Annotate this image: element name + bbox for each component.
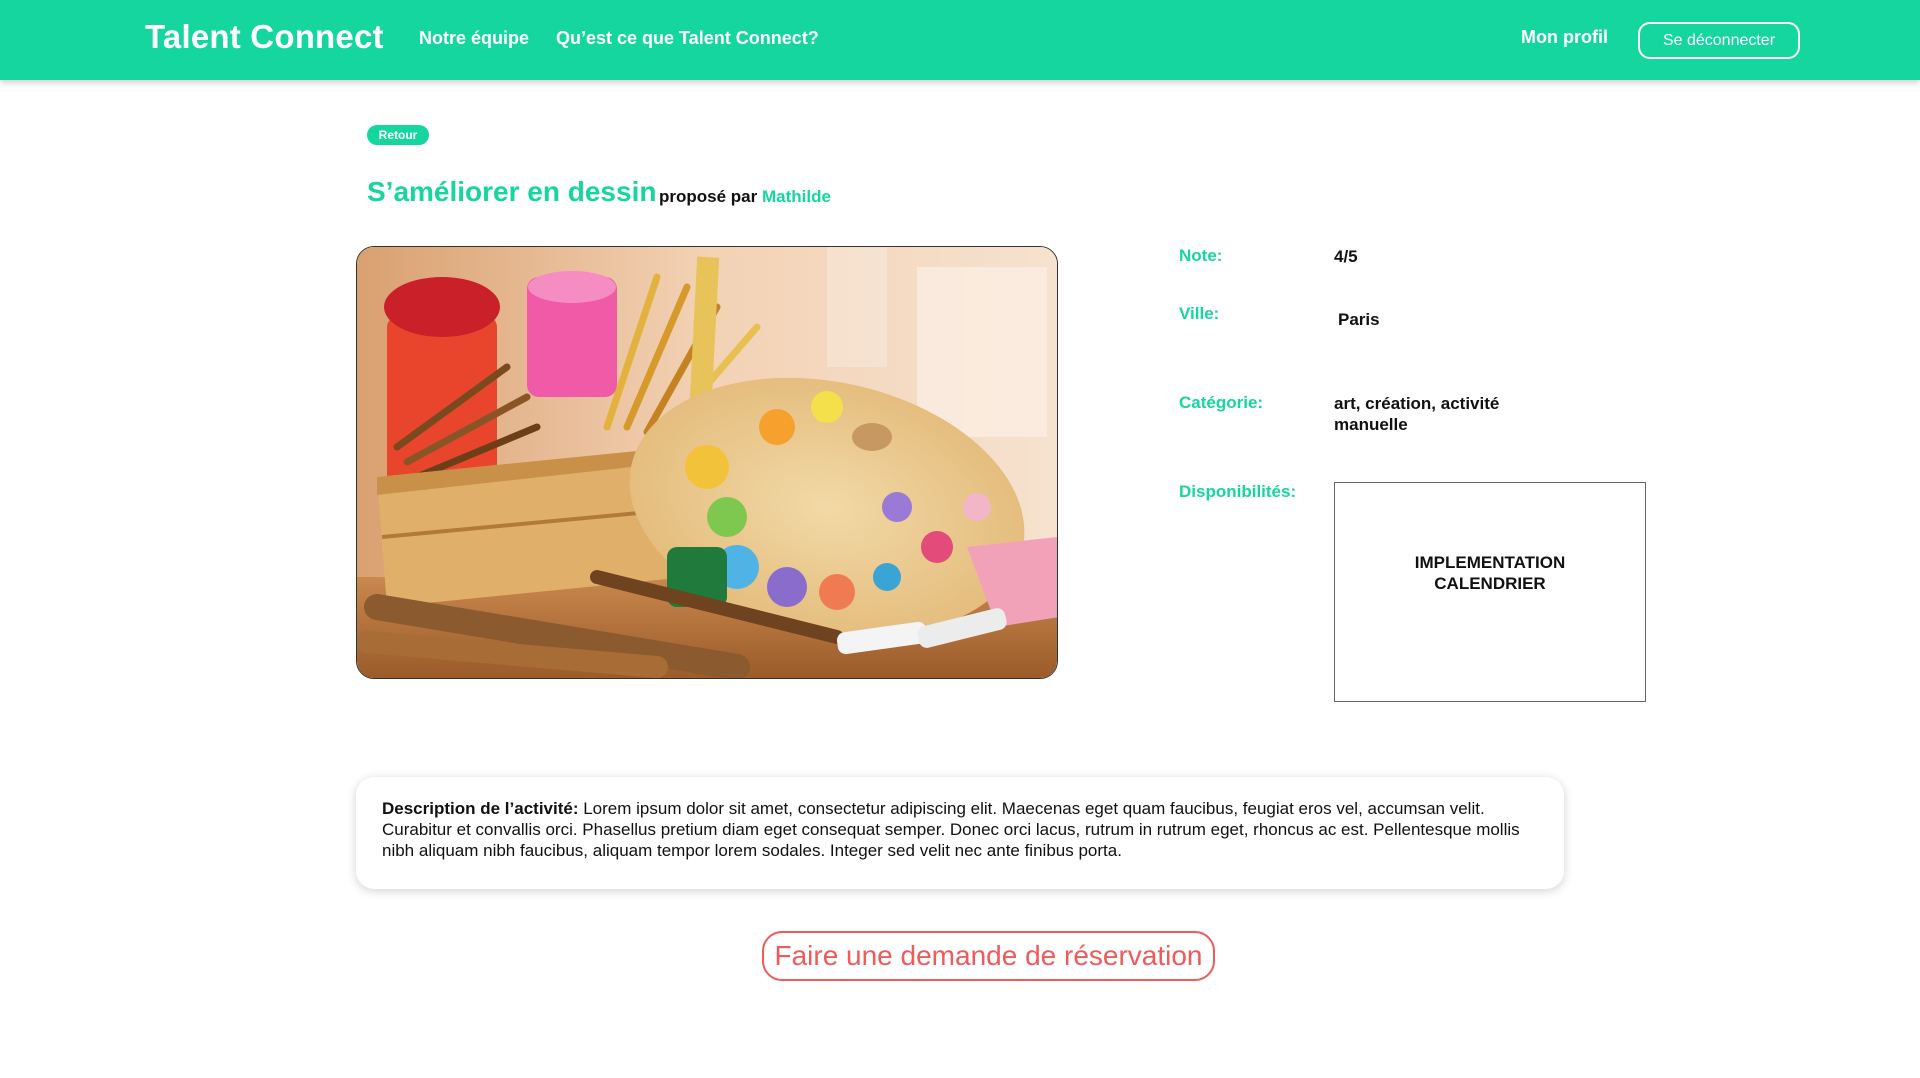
category-value-line-1: art, création, activité <box>1334 394 1500 413</box>
profile-link[interactable]: Mon profil <box>1521 27 1608 48</box>
calendar-placeholder-text: IMPLEMENTATION CALENDRIER <box>1400 552 1580 594</box>
city-value: Paris <box>1338 310 1380 329</box>
proposed-by: proposé par Mathilde <box>659 187 831 207</box>
description-label: Description de l’activité: <box>382 799 579 818</box>
category-value: art, création, activité manuelle <box>1334 393 1499 435</box>
description-card: Description de l’activité: Lorem ipsum d… <box>356 777 1564 889</box>
category-value-line-2: manuelle <box>1334 415 1408 434</box>
activity-title: S’améliorer en dessin <box>367 176 657 207</box>
back-button[interactable]: Retour <box>367 125 429 145</box>
calendar-placeholder[interactable]: IMPLEMENTATION CALENDRIER <box>1334 482 1646 702</box>
logout-button[interactable]: Se déconnecter <box>1638 22 1800 59</box>
note-value: 4/5 <box>1334 247 1358 266</box>
calendar-text-line-2: CALENDRIER <box>1434 574 1546 593</box>
reservation-request-button[interactable]: Faire une demande de réservation <box>762 931 1215 981</box>
nav-link-about[interactable]: Qu’est ce que Talent Connect? <box>556 28 819 49</box>
nav-link-team[interactable]: Notre équipe <box>419 28 529 49</box>
brand-logo[interactable]: Talent Connect <box>145 18 384 56</box>
author-link[interactable]: Mathilde <box>762 187 831 206</box>
calendar-text-line-1: IMPLEMENTATION <box>1414 553 1566 572</box>
city-label: Ville: <box>1179 304 1220 323</box>
availability-label: Disponibilités: <box>1179 482 1297 501</box>
category-label: Catégorie: <box>1179 393 1264 412</box>
art-supplies-photo <box>357 247 1057 678</box>
note-label: Note: <box>1179 246 1223 265</box>
proposed-by-label: proposé par <box>659 187 758 206</box>
activity-image <box>356 246 1058 679</box>
top-navbar: Talent Connect Notre équipe Qu’est ce qu… <box>0 0 1920 80</box>
